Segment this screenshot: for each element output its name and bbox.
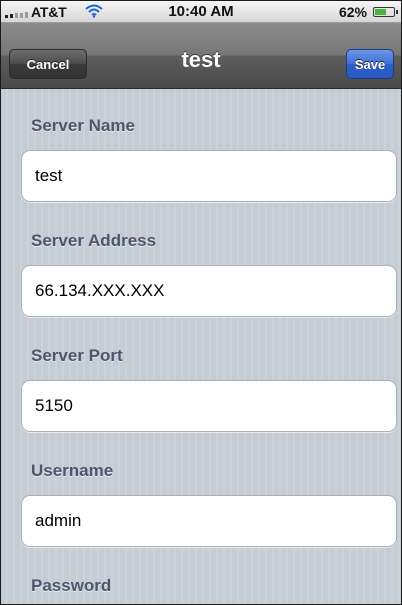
battery-nub — [396, 10, 398, 14]
server-port-label: Server Port — [31, 346, 123, 365]
username-value: admin — [35, 511, 82, 530]
server-name-field[interactable]: test — [21, 150, 397, 202]
page-title: test — [181, 47, 221, 72]
battery-icon — [373, 7, 395, 17]
username-field[interactable]: admin — [21, 495, 397, 547]
status-bar: AT&T 10:40 AM 62% — [1, 1, 401, 23]
server-address-label: Server Address — [31, 231, 157, 250]
password-label: Password — [31, 576, 112, 595]
server-name-label: Server Name — [31, 116, 135, 135]
server-name-value: test — [35, 166, 63, 185]
battery-percent: 62% — [338, 4, 367, 20]
battery-level-fill — [375, 9, 387, 15]
server-port-value: 5150 — [35, 396, 73, 415]
app-window: AT&T 10:40 AM 62% Cancel test Save Serve… — [0, 0, 402, 605]
username-label: Username — [31, 461, 114, 480]
server-port-field[interactable]: 5150 — [21, 380, 397, 432]
server-form: Server Name test Server Address 66.134.X… — [1, 89, 401, 604]
save-button[interactable]: Save — [346, 49, 394, 79]
navigation-bar: Cancel test Save — [1, 23, 401, 89]
server-address-field[interactable]: 66.134.XXX.XXX — [21, 265, 397, 317]
server-address-value: 66.134.XXX.XXX — [35, 281, 165, 300]
